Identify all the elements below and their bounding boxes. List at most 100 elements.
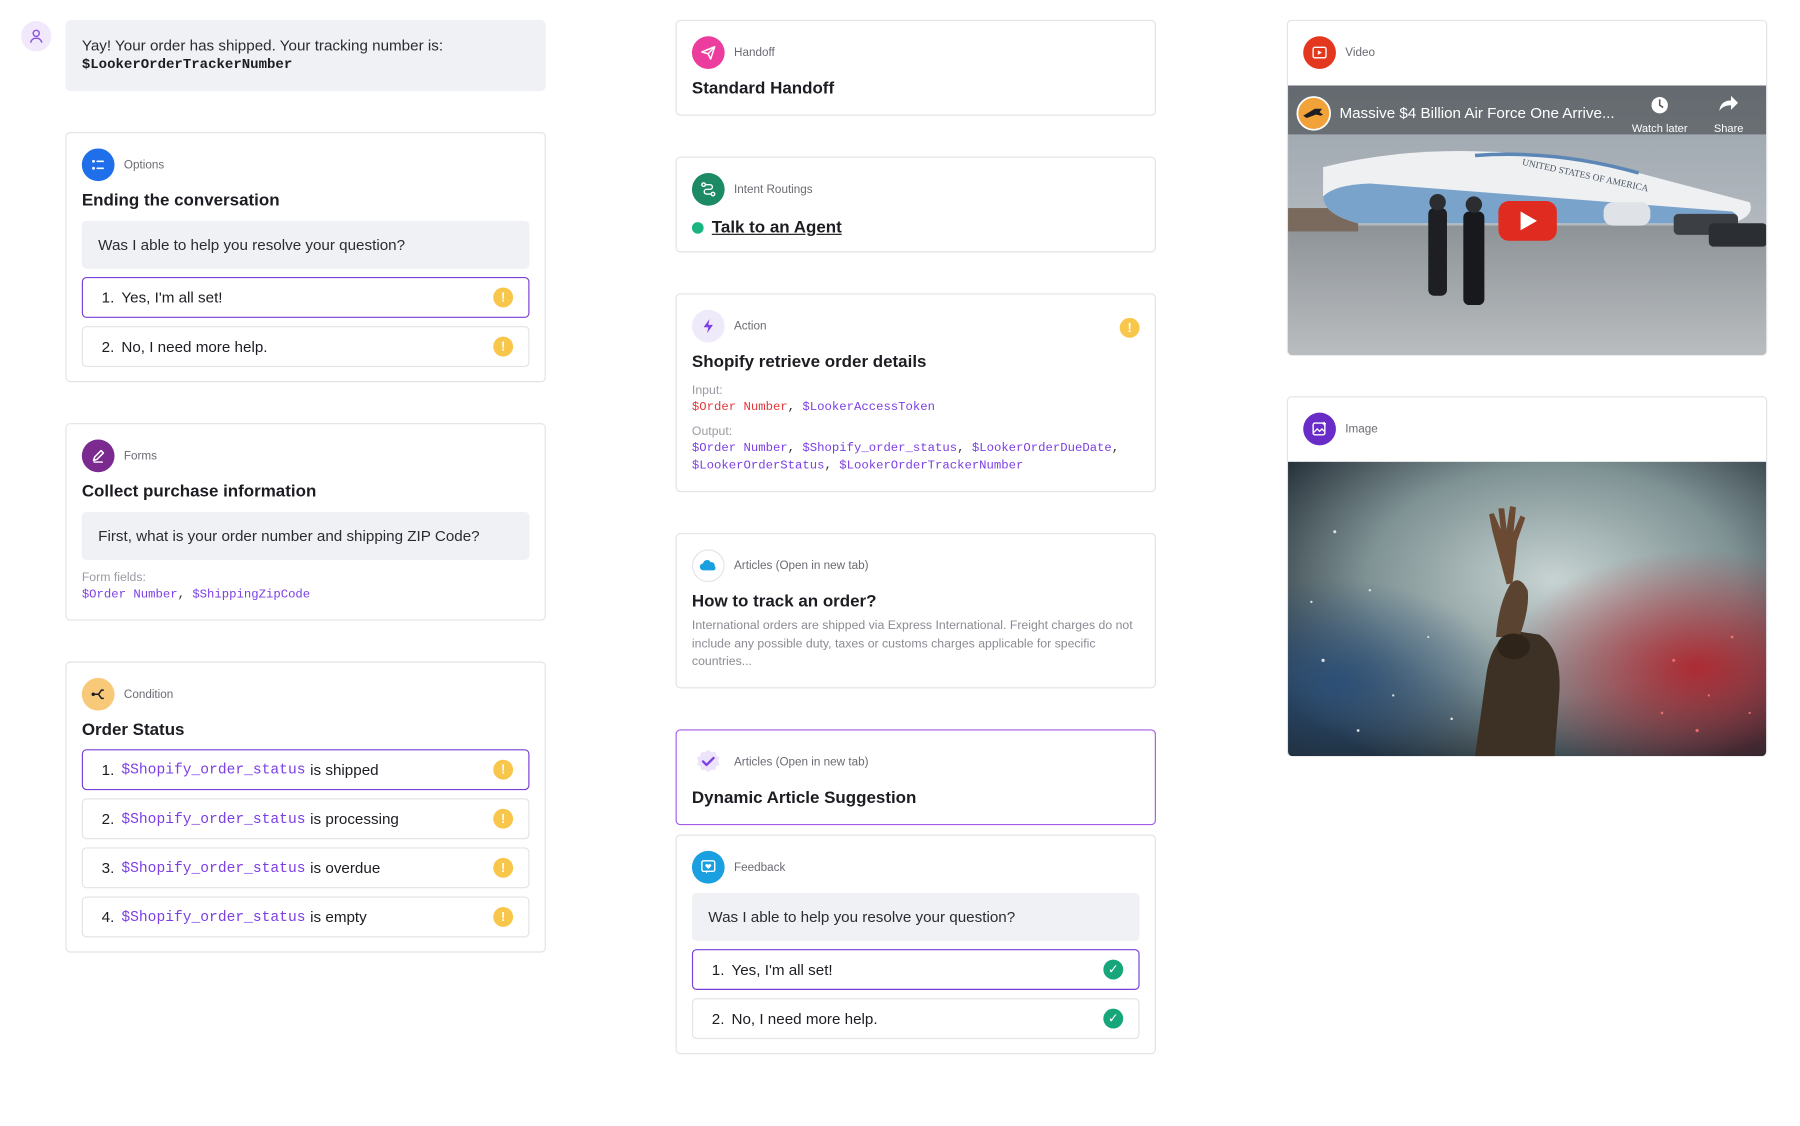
option-item-1[interactable]: 1. Yes, I'm all set! !	[81, 277, 530, 318]
card-title: Order Status	[81, 721, 185, 740]
status-dot	[691, 222, 704, 234]
form-field-shipping-zip: $ShippingZipCode	[192, 587, 311, 602]
option-label: No, I need more help.	[731, 1009, 878, 1028]
article-card[interactable]: Articles (Open in new tab) How to track …	[675, 532, 1156, 689]
talk-to-agent-link[interactable]: Talk to an Agent	[691, 218, 842, 238]
form-fields-label: Form fields:	[81, 570, 146, 585]
separator: ,	[787, 400, 796, 415]
condition-number: 3.	[101, 859, 115, 877]
card-title: Ending the conversation	[81, 191, 280, 211]
feedback-card[interactable]: Feedback Was I able to help you resolve …	[675, 834, 1156, 1055]
warning-icon: !	[493, 759, 514, 780]
concert-photo	[1288, 461, 1767, 757]
output-tracker-number: $LookerOrderTrackerNumber	[839, 459, 1024, 474]
output-order-status: $Shopify_order_status	[802, 441, 958, 456]
pencil-icon	[81, 439, 115, 473]
video-card[interactable]: Video UNITED STATES OF AMERICA Massive $…	[1286, 19, 1768, 356]
card-tag: Image	[1345, 422, 1378, 436]
image-card[interactable]: Image	[1286, 396, 1768, 757]
condition-item-1[interactable]: 1. $Shopify_order_status is shipped !	[81, 749, 530, 791]
separator: ,	[957, 441, 965, 456]
card-tag: Video	[1345, 46, 1375, 60]
feedback-prompt: Was I able to help you resolve your ques…	[691, 892, 1140, 941]
video-title[interactable]: Massive $4 Billion Air Force One Arrive.…	[1339, 105, 1614, 122]
card-title: Collect purchase information	[81, 482, 317, 502]
video-play-icon	[1303, 36, 1336, 69]
condition-item-3[interactable]: 3. $Shopify_order_status is overdue !	[81, 847, 530, 889]
link-label: Talk to an Agent	[711, 218, 842, 238]
option-label: Yes, I'm all set!	[121, 288, 223, 307]
dynamic-article-card[interactable]: Articles (Open in new tab) Dynamic Artic…	[675, 729, 1156, 826]
check-icon: ✓	[1103, 959, 1124, 980]
option-item-2[interactable]: 2. No, I need more help. !	[81, 326, 530, 368]
route-icon	[691, 172, 725, 206]
card-title: Shopify retrieve order details	[691, 352, 927, 372]
send-icon	[691, 36, 725, 69]
option-label: No, I need more help.	[121, 337, 268, 356]
message-variable: $LookerOrderTrackerNumber	[81, 56, 293, 73]
warning-icon: !	[1119, 317, 1140, 338]
video-player[interactable]: UNITED STATES OF AMERICA Massive $4 Bill…	[1288, 85, 1767, 356]
warning-icon: !	[493, 857, 514, 878]
output-order-number: $Order Number	[691, 441, 788, 456]
option-number: 1.	[101, 288, 115, 307]
share-label[interactable]: Share	[1714, 123, 1744, 135]
intent-routing-card[interactable]: Intent Routings Talk to an Agent	[675, 156, 1156, 253]
condition-variable: $Shopify_order_status	[121, 810, 306, 827]
condition-item-4[interactable]: 4. $Shopify_order_status is empty !	[81, 896, 530, 938]
condition-variable: $Shopify_order_status	[121, 908, 306, 926]
card-tag: Action	[734, 319, 767, 333]
warning-icon: !	[493, 336, 514, 357]
condition-number: 4.	[101, 908, 115, 926]
condition-item-2[interactable]: 2. $Shopify_order_status is processing !	[81, 798, 530, 840]
options-list-icon	[81, 148, 115, 182]
input-list: $Order Number, $LookerAccessToken	[692, 400, 935, 418]
condition-number: 1.	[101, 760, 115, 779]
video-thumbnail: UNITED STATES OF AMERICA Massive $4 Bill…	[1288, 85, 1767, 356]
option-number: 1.	[711, 960, 725, 979]
action-card[interactable]: Action ! Shopify retrieve order details …	[675, 293, 1156, 493]
options-card[interactable]: Options Ending the conversation Was I ab…	[65, 132, 546, 383]
card-tag: Articles (Open in new tab)	[734, 755, 869, 769]
feedback-option-1[interactable]: 1. Yes, I'm all set! ✓	[691, 949, 1140, 990]
message-text: Yay! Your order has shipped. Your tracki…	[81, 36, 444, 54]
card-tag: Feedback	[734, 860, 786, 874]
input-access-token: $LookerAccessToken	[802, 400, 936, 415]
card-tag: Options	[123, 158, 165, 172]
card-title: How to track an order?	[691, 592, 877, 612]
article-excerpt: International orders are shipped via Exp…	[691, 618, 1133, 669]
separator: ,	[177, 587, 185, 602]
condition-label: is overdue	[310, 859, 381, 877]
forms-card[interactable]: Forms Collect purchase information First…	[65, 423, 546, 621]
option-label: Yes, I'm all set!	[731, 960, 833, 979]
condition-number: 2.	[101, 809, 115, 828]
forms-prompt: First, what is your order number and shi…	[81, 511, 530, 560]
salesforce-cloud-icon	[691, 549, 725, 583]
feedback-heart-icon	[691, 850, 725, 884]
check-icon: ✓	[1103, 1008, 1124, 1029]
condition-label: is shipped	[310, 760, 379, 779]
option-number: 2.	[101, 337, 115, 356]
options-prompt: Was I able to help you resolve your ques…	[81, 220, 530, 269]
handoff-card[interactable]: Handoff Standard Handoff	[675, 19, 1156, 116]
card-tag: Handoff	[734, 46, 775, 60]
card-tag: Articles (Open in new tab)	[734, 559, 869, 573]
lightning-icon	[691, 309, 725, 343]
card-tag: Condition	[123, 687, 174, 701]
card-title: Dynamic Article Suggestion	[691, 788, 917, 808]
condition-variable: $Shopify_order_status	[121, 859, 306, 877]
verified-badge-icon	[691, 745, 725, 779]
output-looker-status: $LookerOrderStatus	[691, 459, 825, 474]
image-icon	[1303, 412, 1336, 446]
input-order-number: $Order Number	[691, 400, 788, 415]
warning-icon: !	[493, 808, 514, 829]
feedback-option-2[interactable]: 2. No, I need more help. ✓	[691, 998, 1140, 1040]
form-field-order-number: $Order Number	[81, 587, 178, 602]
separator: ,	[824, 459, 832, 474]
warning-icon: !	[493, 906, 514, 927]
message-bubble: Yay! Your order has shipped. Your tracki…	[65, 19, 546, 92]
watch-later-label[interactable]: Watch later	[1632, 123, 1688, 135]
condition-card[interactable]: Condition Order Status 1. $Shopify_order…	[65, 661, 546, 953]
branch-icon	[81, 677, 115, 711]
card-title: Standard Handoff	[691, 79, 835, 99]
